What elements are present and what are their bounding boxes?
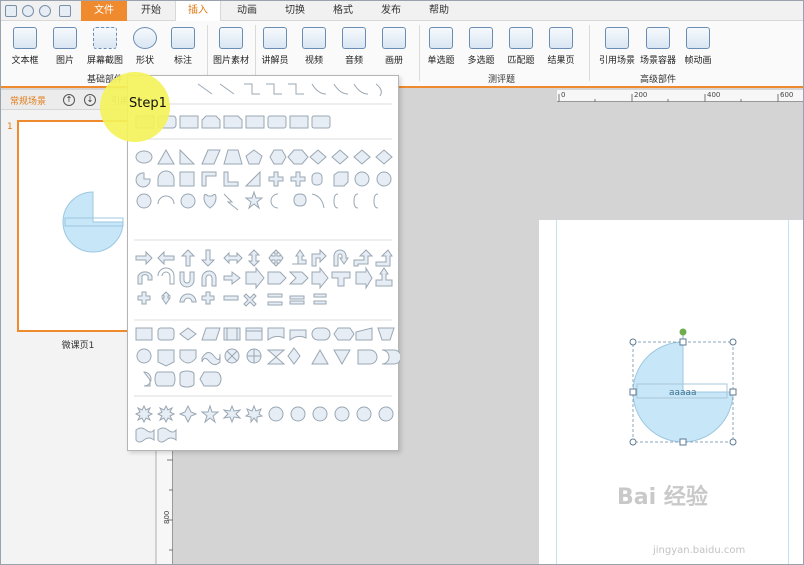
tab-file[interactable]: 文件 [81, 1, 127, 21]
screenshot-label: 屏幕截图 [86, 56, 123, 66]
ruler-tick-label: 400 [707, 91, 720, 99]
video-button[interactable]: 视频 [294, 25, 334, 77]
watermark-url: jingyan.baidu.com [653, 545, 746, 556]
album-button[interactable]: 画册 [374, 25, 414, 77]
tab-format[interactable]: 格式 [323, 1, 363, 21]
group-label-advanced: 高级部件 [640, 75, 677, 85]
single-choice-icon [429, 27, 453, 49]
move-up-icon[interactable]: ↑ [63, 94, 75, 106]
result-page-button[interactable]: 结果页 [541, 25, 581, 77]
image-library-icon [219, 27, 243, 49]
matching-label: 匹配题 [507, 56, 535, 66]
horizontal-ruler: 0 200 400 600 [557, 90, 803, 102]
tab-publish[interactable]: 发布 [371, 1, 411, 21]
stage-canvas[interactable]: aaaaa [539, 220, 803, 565]
ruler-tick-label: 0 [561, 91, 565, 99]
step-label: Step1 [129, 96, 167, 111]
preview-icon[interactable] [22, 5, 34, 17]
slide-number: 1 [7, 122, 13, 132]
tab-insert[interactable]: 插入 [175, 1, 221, 22]
textbox-button[interactable]: 文本框 [5, 25, 45, 77]
tab-transition[interactable]: 切换 [275, 1, 315, 21]
shapes-button[interactable]: 形状 [125, 25, 165, 77]
result-page-icon [549, 27, 573, 49]
shapes-icon [133, 27, 157, 49]
reference-scene-icon [605, 27, 629, 49]
presenter-label: 讲解员 [261, 56, 289, 66]
matching-icon [509, 27, 533, 49]
ruler-tick-label: 200 [634, 91, 647, 99]
shape-text[interactable]: aaaaa [669, 388, 697, 398]
audio-label: 音频 [344, 56, 363, 66]
ribbon-divider [589, 25, 590, 81]
album-label: 画册 [384, 56, 403, 66]
tab-animation[interactable]: 动画 [227, 1, 267, 21]
publish-quick-icon[interactable] [59, 5, 71, 17]
frame-animation-label: 帧动画 [684, 56, 712, 66]
single-choice-label: 单选题 [427, 56, 455, 66]
multi-choice-label: 多选题 [467, 56, 495, 66]
ribbon-divider [207, 25, 208, 81]
image-library-button[interactable]: 图片素材 [209, 25, 253, 77]
matching-button[interactable]: 匹配题 [501, 25, 541, 77]
picture-button[interactable]: 图片 [45, 25, 85, 77]
result-page-label: 结果页 [547, 56, 575, 66]
shapes-label: 形状 [135, 56, 154, 66]
screenshot-icon [93, 27, 117, 49]
baidu-watermark: Bai 经验 [617, 485, 708, 510]
video-label: 视频 [304, 56, 323, 66]
scene-container-label: 场景容器 [639, 56, 676, 66]
presenter-button[interactable]: 讲解员 [255, 25, 295, 77]
group-label-assessment: 测评题 [488, 75, 516, 85]
presenter-icon [263, 27, 287, 49]
image-library-label: 图片素材 [212, 56, 249, 66]
screenshot-button[interactable]: 屏幕截图 [85, 25, 125, 77]
slide-name: 微课页1 [61, 341, 95, 351]
multi-choice-icon [469, 27, 493, 49]
frame-animation-icon [686, 27, 710, 49]
reference-scene-label: 引用场景 [598, 56, 635, 66]
ruler-tick-label: 800 [163, 511, 171, 524]
multi-choice-button[interactable]: 多选题 [461, 25, 501, 77]
textbox-label: 文本框 [11, 56, 39, 66]
shapes-dropdown [127, 75, 400, 452]
picture-icon [53, 27, 77, 49]
reference-scene-button[interactable]: 引用场景 [597, 25, 637, 77]
audio-icon [342, 27, 366, 49]
vertical-ruler: 800 [157, 450, 173, 564]
picture-label: 图片 [55, 56, 74, 66]
textbox-icon [13, 27, 37, 49]
ribbon-divider [419, 25, 420, 81]
tab-home[interactable]: 开始 [131, 1, 171, 21]
tab-normal-scene[interactable]: 常规场景 [10, 94, 46, 107]
album-icon [382, 27, 406, 49]
rotate-handle[interactable] [679, 328, 687, 336]
callout-icon [171, 27, 195, 49]
frame-animation-button[interactable]: 帧动画 [678, 25, 718, 77]
save-icon[interactable] [5, 5, 17, 17]
scene-container-icon [646, 27, 670, 49]
single-choice-button[interactable]: 单选题 [421, 25, 461, 77]
audio-button[interactable]: 音频 [334, 25, 374, 77]
app-window: 文件 开始 插入 动画 切换 格式 发布 帮助 文本框 图片 屏幕截图 形状 标… [0, 0, 804, 565]
shape-gallery[interactable] [128, 76, 400, 452]
video-icon [302, 27, 326, 49]
scene-container-button[interactable]: 场景容器 [638, 25, 678, 77]
callout-label: 标注 [173, 56, 192, 66]
tab-help[interactable]: 帮助 [419, 1, 459, 21]
menu-bar: 文件 开始 插入 动画 切换 格式 发布 帮助 [1, 1, 803, 22]
selected-shape[interactable]: aaaaa [539, 220, 803, 565]
settings-icon[interactable] [39, 5, 51, 17]
callout-button[interactable]: 标注 [163, 25, 203, 77]
move-down-icon[interactable]: ↓ [84, 94, 96, 106]
ruler-tick-label: 600 [780, 91, 793, 99]
